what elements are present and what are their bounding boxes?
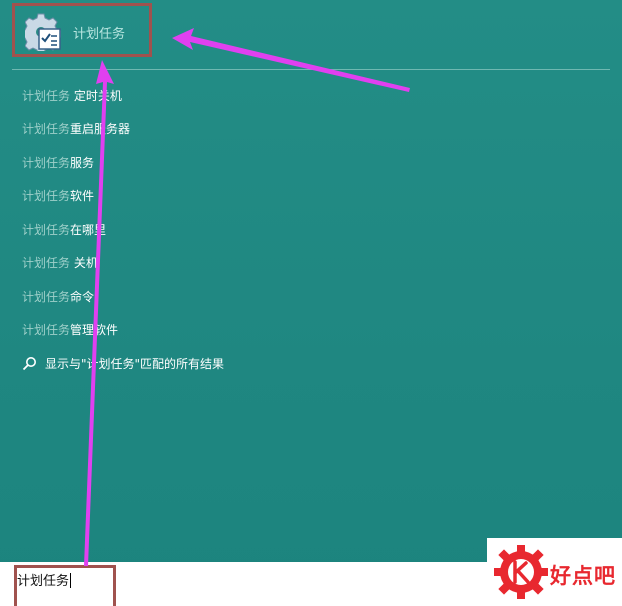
gear-logo-icon (494, 545, 548, 599)
suggestion-prefix: 计划任务 (22, 156, 71, 170)
suggestion-suffix: 命令 (70, 290, 95, 304)
suggestion-item[interactable]: 计划任务在哪里 (22, 221, 106, 239)
suggestion-suffix: 软件 (70, 189, 95, 203)
suggestion-item[interactable]: 计划任务 定时关机 (22, 87, 122, 105)
suggestion-item[interactable]: 计划任务命令 (22, 288, 94, 306)
suggestion-item[interactable]: 计划任务管理软件 (22, 321, 118, 339)
suggestion-item[interactable]: 计划任务软件 (22, 187, 94, 205)
search-input[interactable]: 计划任务 (17, 570, 72, 589)
suggestion-suffix: 重启服务器 (70, 122, 131, 136)
suggestion-suffix: 关机 (70, 256, 98, 270)
top-result-label: 计划任务 (73, 27, 126, 42)
suggestion-prefix: 计划任务 (22, 256, 71, 270)
task-scheduler-icon (25, 13, 61, 51)
search-all-results-link[interactable]: 显示与"计划任务"匹配的所有结果 (22, 355, 224, 373)
suggestion-prefix: 计划任务 (22, 223, 71, 237)
arrow-to-top-result (172, 28, 410, 92)
search-all-label: 显示与"计划任务"匹配的所有结果 (45, 357, 225, 371)
suggestion-prefix: 计划任务 (22, 122, 71, 136)
suggestion-suffix: 管理软件 (70, 323, 119, 337)
search-results-panel: 计划任务 计划任务 定时关机 计划任务重启服务器 计划任务服务 计划任务软件 计… (0, 0, 622, 606)
search-icon (22, 357, 36, 371)
search-input-value: 计划任务 (17, 574, 70, 589)
suggestion-suffix: 服务 (70, 156, 95, 170)
suggestion-item[interactable]: 计划任务 关机 (22, 254, 98, 272)
suggestion-prefix: 计划任务 (22, 290, 71, 304)
watermark-text: 好点吧 (550, 564, 616, 588)
top-result-task-scheduler[interactable]: 计划任务 (12, 3, 152, 57)
suggestion-item[interactable]: 计划任务服务 (22, 154, 94, 172)
watermark-logo: 好点吧 (487, 538, 622, 606)
search-box[interactable]: 计划任务 (0, 562, 490, 606)
suggestion-prefix: 计划任务 (22, 323, 71, 337)
suggestion-suffix: 定时关机 (70, 89, 122, 103)
suggestion-prefix: 计划任务 (22, 89, 71, 103)
text-caret (70, 573, 72, 588)
suggestion-item[interactable]: 计划任务重启服务器 (22, 120, 130, 138)
suggestion-suffix: 在哪里 (70, 223, 107, 237)
suggestion-prefix: 计划任务 (22, 189, 71, 203)
divider (12, 69, 610, 70)
